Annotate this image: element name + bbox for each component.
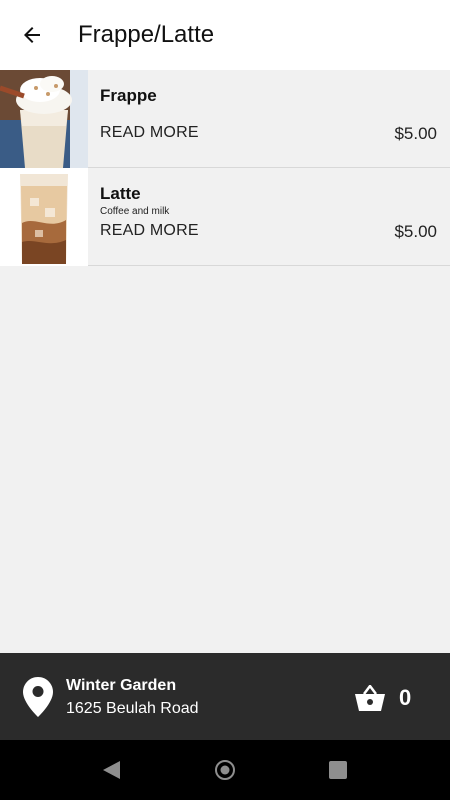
map-pin-icon xyxy=(23,677,53,717)
basket-icon xyxy=(355,685,385,711)
nav-recents-icon xyxy=(329,761,347,779)
frappe-photo xyxy=(0,70,88,168)
cart-count: 0 xyxy=(399,685,412,710)
arrow-left-icon xyxy=(24,27,40,43)
app-bar: Frappe/Latte xyxy=(0,0,450,70)
item-price: $5.00 xyxy=(394,124,437,143)
nav-back-icon xyxy=(103,761,120,779)
item-description: Coffee and milk xyxy=(100,206,170,217)
menu-item-frappe[interactable]: Frappe READ MORE $5.00 xyxy=(0,70,450,168)
item-name: Frappe xyxy=(100,86,157,105)
read-more-link[interactable]: READ MORE xyxy=(100,222,199,240)
item-name: Latte xyxy=(100,184,141,203)
page-title: Frappe/Latte xyxy=(78,21,215,48)
back-button[interactable] xyxy=(0,0,64,70)
item-price: $5.00 xyxy=(394,222,437,241)
nav-recents-button[interactable] xyxy=(326,758,350,782)
menu-item-latte[interactable]: Latte Coffee and milk READ MORE $5.00 xyxy=(0,168,450,266)
nav-back-button[interactable] xyxy=(100,758,124,782)
cart-button[interactable]: 0 xyxy=(355,680,430,716)
latte-photo xyxy=(0,168,88,266)
location-name: Winter Garden xyxy=(66,677,177,694)
system-nav-bar xyxy=(0,740,450,800)
read-more-link[interactable]: READ MORE xyxy=(100,124,199,142)
nav-home-icon xyxy=(215,760,235,780)
menu-list: Frappe READ MORE $5.00 Latte Coffee and … xyxy=(0,70,450,266)
nav-home-button[interactable] xyxy=(213,758,237,782)
location-address: 1625 Beulah Road xyxy=(66,700,199,717)
